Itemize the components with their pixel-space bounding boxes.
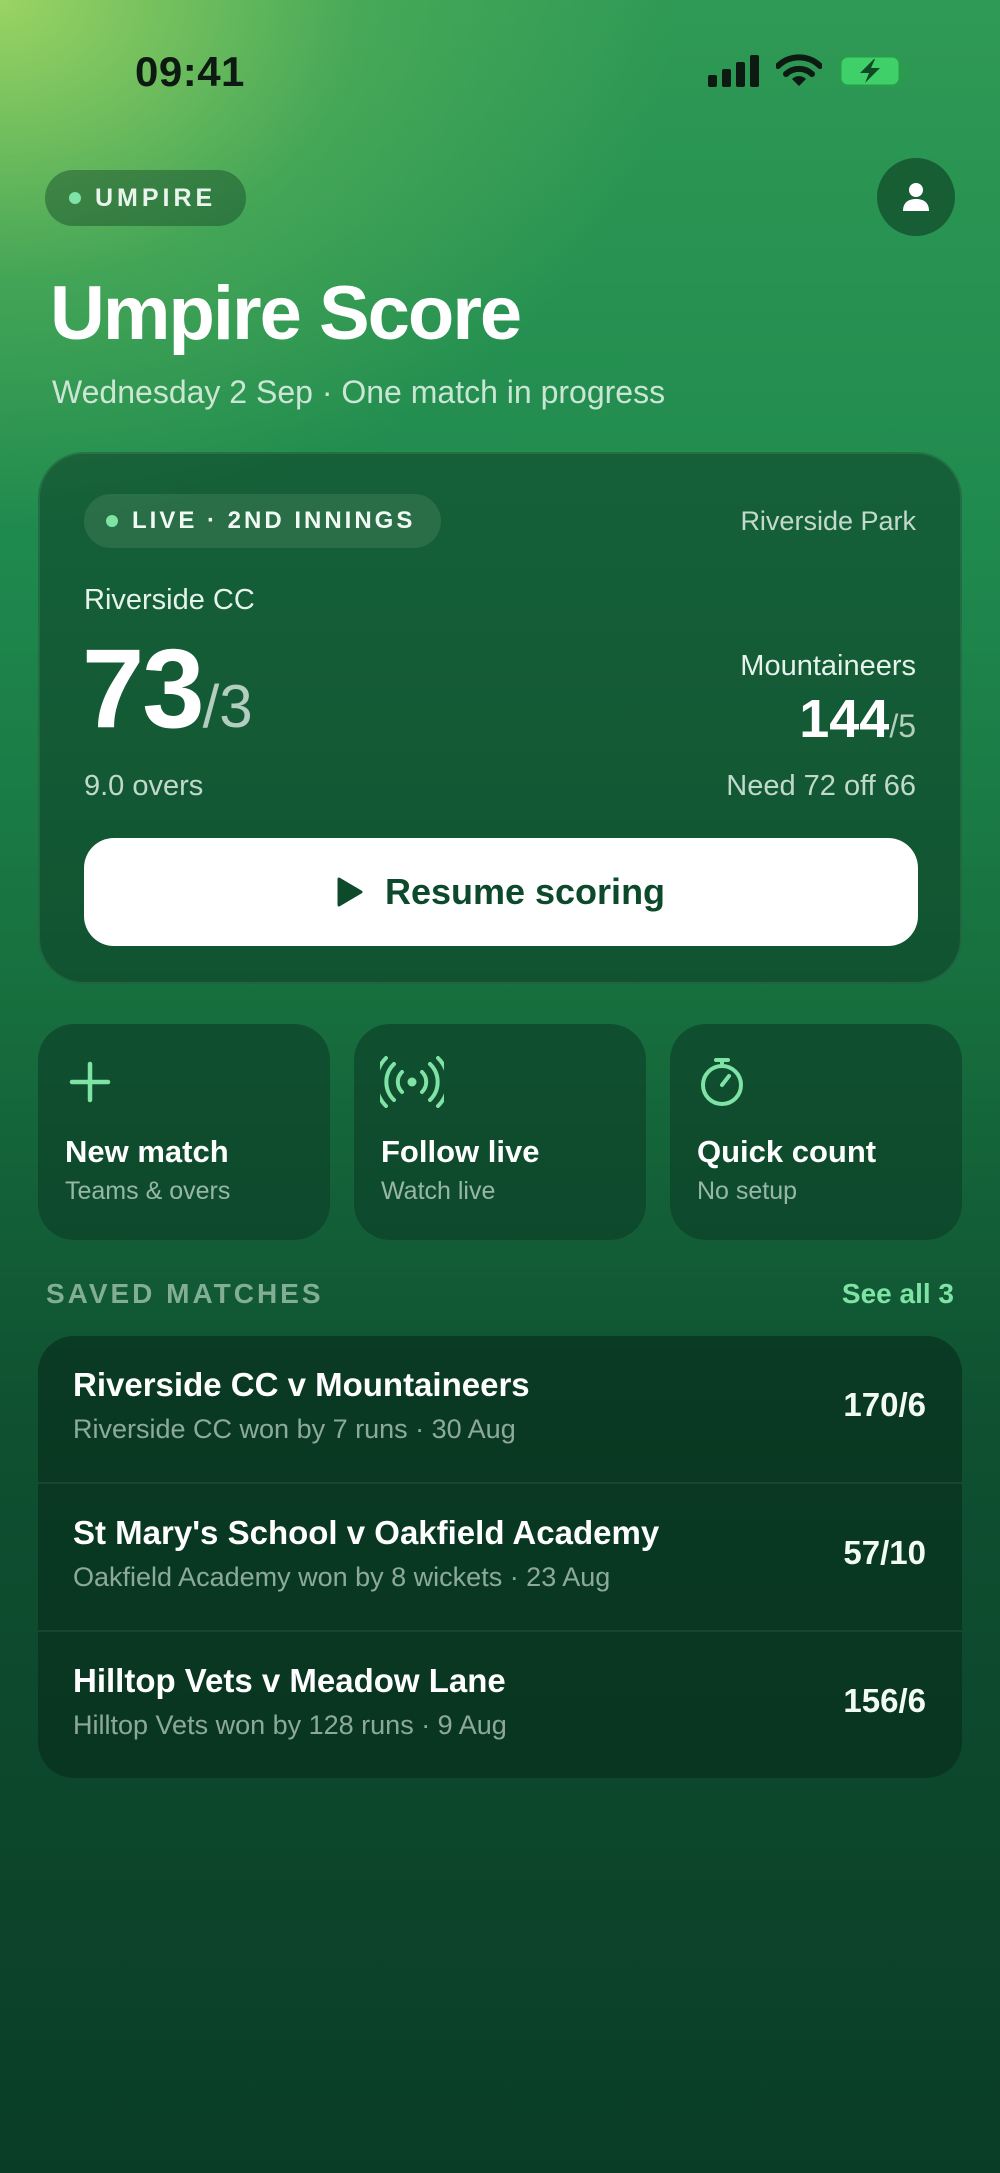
saved-match-row[interactable]: Hilltop Vets v Meadow Lane Hilltop Vets … xyxy=(38,1632,962,1778)
saved-match-score: 170/6 xyxy=(843,1386,926,1423)
batting-score: 73 /3 xyxy=(82,624,253,753)
live-status-label: LIVE · 2ND INNINGS xyxy=(132,507,416,534)
saved-match-result: Oakfield Academy won by 8 wickets · 23 A… xyxy=(73,1562,611,1592)
status-bar: 09:41 xyxy=(0,0,1000,140)
live-dot xyxy=(106,515,118,527)
new-match-label: New match xyxy=(65,1134,229,1169)
saved-match-title: Hilltop Vets v Meadow Lane xyxy=(73,1662,506,1699)
quick-actions: New match Teams & overs Follow live Watc… xyxy=(38,1024,962,1240)
quick-count-tile[interactable]: Quick count No setup xyxy=(670,1024,962,1240)
opponent-team-name: Mountaineers xyxy=(740,650,916,682)
play-icon xyxy=(337,877,363,907)
target-text: Need 72 off 66 xyxy=(726,770,916,802)
new-match-sub: Teams & overs xyxy=(65,1177,231,1205)
status-dot xyxy=(69,192,81,204)
home-screen: 09:41 UMPIRE Umpire Score Wednesday 2 Se… xyxy=(0,0,1000,2173)
live-match-card[interactable]: LIVE · 2ND INNINGS Riverside Park Rivers… xyxy=(38,452,962,984)
batting-overs: 9.0 overs xyxy=(84,770,204,802)
saved-match-row[interactable]: Riverside CC v Mountaineers Riverside CC… xyxy=(38,1336,962,1484)
saved-matches-heading: SAVED MATCHES xyxy=(46,1278,324,1309)
saved-match-result: Hilltop Vets won by 128 runs · 9 Aug xyxy=(73,1710,507,1740)
role-label: UMPIRE xyxy=(95,183,217,212)
page-title: Umpire Score xyxy=(50,271,522,356)
saved-match-score: 156/6 xyxy=(843,1682,926,1719)
role-badge: UMPIRE xyxy=(45,170,247,226)
resume-scoring-label: Resume scoring xyxy=(384,871,666,912)
follow-live-tile[interactable]: Follow live Watch live xyxy=(354,1024,646,1240)
quick-count-label: Quick count xyxy=(697,1134,877,1169)
saved-matches-list: Riverside CC v Mountaineers Riverside CC… xyxy=(38,1336,962,1778)
opponent-score: 144 /5 xyxy=(799,688,916,750)
opponent-wickets: /5 xyxy=(889,708,916,744)
venue-label: Riverside Park xyxy=(740,506,916,536)
see-all-link[interactable]: See all 3 xyxy=(842,1278,954,1310)
batting-wickets: /3 xyxy=(202,673,253,740)
batting-runs: 73 xyxy=(82,626,205,751)
person-icon xyxy=(903,183,929,211)
status-icons xyxy=(708,54,910,88)
opponent-runs: 144 xyxy=(799,689,890,749)
batting-team-name: Riverside CC xyxy=(84,584,255,616)
status-time: 09:41 xyxy=(135,48,245,95)
plus-icon xyxy=(69,1061,111,1103)
stopwatch-icon xyxy=(701,1058,743,1106)
follow-live-label: Follow live xyxy=(381,1134,540,1169)
resume-scoring-button[interactable]: Resume scoring xyxy=(84,838,918,946)
new-match-tile[interactable]: New match Teams & overs xyxy=(38,1024,330,1240)
battery-charging-icon xyxy=(838,54,907,88)
saved-match-score: 57/10 xyxy=(843,1534,926,1571)
profile-button[interactable] xyxy=(877,158,955,236)
live-status-badge: LIVE · 2ND INNINGS xyxy=(84,494,442,548)
saved-match-title: St Mary's School v Oakfield Academy xyxy=(73,1514,660,1551)
saved-match-title: Riverside CC v Mountaineers xyxy=(73,1366,530,1403)
cellular-signal-icon xyxy=(708,55,759,87)
saved-match-result: Riverside CC won by 7 runs · 30 Aug xyxy=(73,1414,516,1444)
follow-live-sub: Watch live xyxy=(381,1177,496,1205)
broadcast-icon xyxy=(380,1056,444,1108)
page-subtitle: Wednesday 2 Sep · One match in progress xyxy=(52,374,666,410)
quick-count-sub: No setup xyxy=(697,1177,798,1205)
saved-match-row[interactable]: St Mary's School v Oakfield Academy Oakf… xyxy=(38,1484,962,1632)
wifi-icon xyxy=(776,54,822,86)
